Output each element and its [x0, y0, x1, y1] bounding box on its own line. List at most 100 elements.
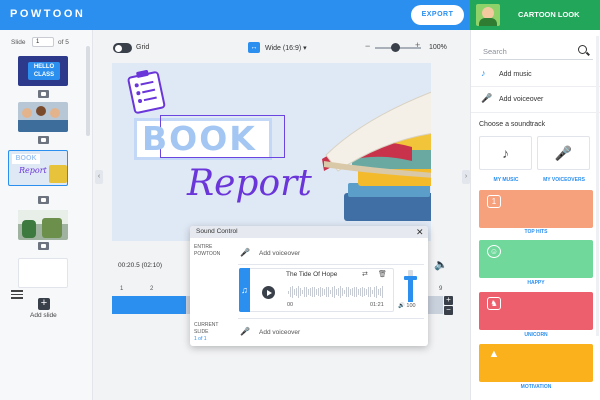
- slide-thumbnail-3[interactable]: BOOK Report: [8, 150, 68, 186]
- genre-label[interactable]: MOTIVATION: [479, 384, 593, 390]
- waveform-bar: [372, 290, 373, 294]
- microphone-icon: 🎤: [240, 248, 250, 257]
- export-button[interactable]: EXPORT: [411, 5, 464, 25]
- aspect-ratio-dropdown[interactable]: Wide (16:9) ▾: [265, 44, 307, 52]
- waveform-bar: [344, 289, 345, 295]
- book-title-text[interactable]: BOOK: [142, 119, 257, 158]
- waveform-bar: [346, 286, 347, 298]
- waveform-bar: [320, 286, 321, 298]
- my-voiceovers-tile[interactable]: 🎤: [537, 136, 590, 170]
- powtoon-logo[interactable]: POWTOON: [10, 8, 85, 20]
- menu-icon[interactable]: [11, 290, 23, 299]
- look-label: CARTOON LOOK: [518, 10, 580, 19]
- waveform-bar: [300, 287, 301, 297]
- grid-toggle[interactable]: [113, 43, 132, 53]
- timeline-tick: 1: [120, 286, 124, 292]
- timeline-add-icon[interactable]: +: [444, 296, 453, 305]
- current-slide-label: CURRENT SLIDE 1 of 1: [194, 322, 219, 342]
- choose-soundtrack-label: Choose a soundtrack: [479, 121, 546, 128]
- slide-canvas[interactable]: BOOK Report: [112, 63, 431, 241]
- mountain-icon: ▲: [488, 348, 500, 360]
- volume-fill: [408, 280, 413, 302]
- waveform-bar: [326, 286, 327, 298]
- waveform-bar: [324, 288, 325, 296]
- slide-panel: Slide 1 of 5 HELLO CLASS BOOK Report + A…: [0, 30, 93, 400]
- sound-sidebar: Search ♪ Add music 🎤 Add voiceover Choos…: [470, 30, 600, 400]
- waveform-bar: [348, 287, 349, 297]
- speaker-icon[interactable]: 🔈: [434, 258, 448, 271]
- swap-track-icon[interactable]: ⇄: [362, 270, 368, 278]
- waveform-bar: [358, 289, 359, 295]
- search-icon[interactable]: [578, 45, 587, 54]
- clipboard-icon: [127, 70, 166, 114]
- timeline-remove-icon[interactable]: −: [444, 306, 453, 315]
- search-input[interactable]: Search: [483, 47, 507, 56]
- waveform-bar: [294, 289, 295, 295]
- genre-unicorn[interactable]: ♞: [479, 292, 593, 330]
- waveform-bar: [354, 287, 355, 297]
- sidebar-scrollbar[interactable]: [596, 36, 599, 336]
- waveform-bar: [374, 287, 375, 297]
- collapse-left-arrow-icon[interactable]: ‹: [95, 170, 103, 184]
- music-note-icon: ♫: [239, 268, 250, 312]
- slide-scrollbar[interactable]: [86, 46, 90, 136]
- genre-top-hits[interactable]: 1: [479, 190, 593, 228]
- volume-value: 🔊 100: [398, 303, 416, 309]
- slide-thumbnail-4[interactable]: [18, 210, 68, 240]
- slide-thumbnail-5[interactable]: [18, 258, 68, 288]
- slide-camera-icon[interactable]: [38, 90, 49, 98]
- collapse-right-arrow-icon[interactable]: ›: [462, 170, 470, 184]
- waveform-bar: [370, 286, 371, 297]
- slide-number-select[interactable]: 1: [32, 37, 54, 47]
- add-voiceover-link[interactable]: Add voiceover: [499, 96, 543, 103]
- genre-happy[interactable]: ☺: [479, 240, 593, 278]
- slide-thumbnail-1[interactable]: HELLO CLASS: [18, 56, 68, 86]
- genre-label[interactable]: HAPPY: [479, 280, 593, 286]
- waveform-bar: [296, 288, 297, 296]
- waveform-bar: [352, 287, 353, 297]
- cartoon-look-bar[interactable]: CARTOON LOOK: [470, 0, 600, 30]
- divider: [471, 112, 600, 113]
- volume-icon: 🔊: [398, 303, 405, 309]
- report-title-text[interactable]: Report: [187, 163, 312, 204]
- waveform-bar: [310, 287, 311, 297]
- slide-thumbnail-2[interactable]: [18, 102, 68, 132]
- slide-camera-icon[interactable]: [38, 242, 49, 250]
- my-music-tile[interactable]: ♪: [479, 136, 532, 170]
- slide-camera-icon[interactable]: [38, 196, 49, 204]
- slide-camera-icon[interactable]: [38, 136, 49, 144]
- zoom-out-icon[interactable]: −: [365, 41, 370, 51]
- aspect-ratio-icon[interactable]: ↔: [248, 42, 260, 53]
- add-music-link[interactable]: Add music: [499, 71, 532, 78]
- close-icon[interactable]: ✕: [416, 226, 424, 238]
- waveform-bar: [364, 288, 365, 296]
- track-end-time: 01:21: [370, 302, 384, 308]
- play-button[interactable]: [262, 286, 275, 299]
- volume-knob[interactable]: [404, 276, 417, 280]
- character-body: [479, 18, 497, 26]
- genre-motivation[interactable]: ▲: [479, 344, 593, 382]
- add-voiceover-entire[interactable]: Add voiceover: [259, 250, 300, 257]
- waveform-bar: [288, 290, 289, 294]
- trophy-icon: 1: [487, 195, 501, 208]
- slide-total: of 5: [58, 39, 69, 46]
- microphone-icon: 🎤: [554, 145, 573, 161]
- waveform-bar: [328, 286, 329, 298]
- search-field[interactable]: Search: [479, 42, 593, 60]
- trash-icon[interactable]: 🗑: [378, 270, 387, 278]
- audio-waveform[interactable]: [288, 286, 384, 298]
- add-slide-button[interactable]: +: [38, 298, 50, 310]
- waveform-bar: [368, 286, 369, 298]
- genre-label[interactable]: UNICORN: [479, 332, 593, 338]
- volume-slider[interactable]: 🔊 100: [398, 268, 424, 312]
- microphone-icon: 🎤: [240, 327, 250, 336]
- waveform-bar: [356, 287, 357, 297]
- my-voiceovers-label[interactable]: MY VOICEOVERS: [534, 177, 594, 183]
- add-voiceover-slide[interactable]: Add voiceover: [259, 329, 300, 336]
- music-note-icon: ♪: [481, 68, 486, 78]
- zoom-in-icon[interactable]: +: [415, 40, 420, 50]
- add-slide-label[interactable]: Add slide: [30, 312, 57, 319]
- my-music-label[interactable]: MY MUSIC: [476, 177, 536, 183]
- zoom-slider-knob[interactable]: [391, 43, 400, 52]
- genre-label[interactable]: TOP HITS: [479, 229, 593, 235]
